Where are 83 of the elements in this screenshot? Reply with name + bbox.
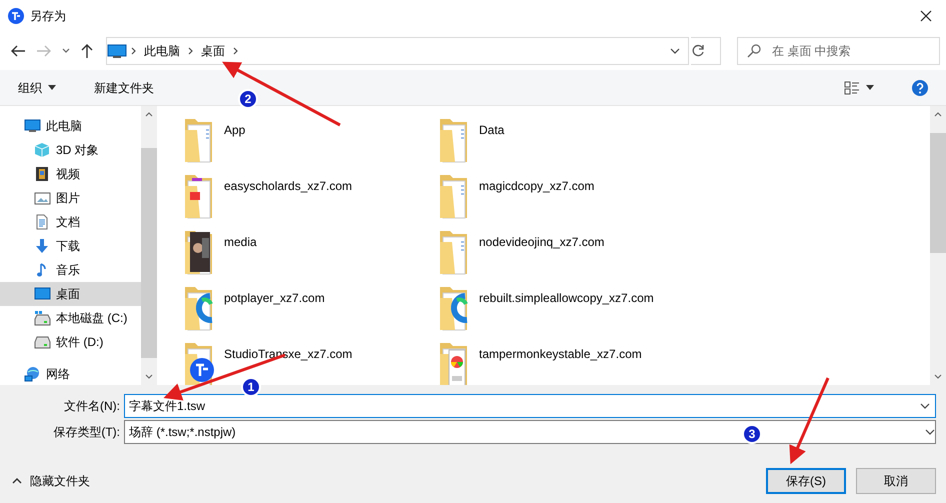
monitor-icon	[34, 286, 51, 302]
window-title: 另存为	[30, 8, 66, 25]
app-logo-icon	[8, 8, 24, 24]
caret-icon	[670, 48, 680, 54]
scroll-up-icon	[934, 112, 942, 117]
save-button[interactable]: 保存(S)	[766, 468, 846, 494]
field-label: 保存类型(T):	[52, 424, 121, 441]
scroll-down-icon	[145, 374, 153, 379]
file-name[interactable]: Data	[479, 122, 679, 139]
package-folder-icon	[439, 340, 469, 385]
down-arrow-icon	[34, 238, 51, 254]
sidebar-item[interactable]: 音乐	[0, 258, 141, 282]
drive-icon	[34, 334, 51, 350]
photo-folder-icon	[184, 228, 214, 276]
app-folder-icon	[184, 340, 214, 385]
organize-menu[interactable]: 组织	[12, 76, 62, 98]
folder-icon	[439, 172, 469, 220]
sidebar-item[interactable]: 视频	[0, 162, 141, 186]
view-list-icon	[844, 80, 860, 94]
swirl-folder-icon	[439, 284, 469, 332]
pdf-folder-icon	[184, 172, 214, 220]
step-number: 3	[742, 424, 762, 444]
back-arrow-icon	[10, 44, 26, 58]
breadcrumb-item[interactable]: 此电脑	[140, 42, 184, 60]
sidebar-item[interactable]: 下载	[0, 234, 141, 258]
cube-icon	[34, 142, 51, 158]
sidebar-item[interactable]: 3D 对象	[0, 138, 141, 162]
file-name[interactable]: rebuilt.simpleallowcopy_xz7.com	[479, 290, 679, 307]
file-name[interactable]: magicdcopy_xz7.com	[479, 178, 679, 195]
caret-up-icon	[12, 478, 22, 484]
scrollbar[interactable]	[141, 106, 157, 385]
step-number: 1	[241, 377, 261, 397]
up-arrow-icon	[80, 43, 94, 59]
file-name[interactable]: media	[224, 234, 424, 251]
folder-icon	[439, 228, 469, 276]
chevron-icon	[233, 47, 238, 55]
file-name[interactable]: potplayer_xz7.com	[224, 290, 424, 307]
chevron-icon	[131, 47, 136, 55]
new-folder-button[interactable]: 新建文件夹	[88, 76, 160, 98]
sidebar-item[interactable]: 此电脑	[0, 114, 141, 138]
computer-icon	[107, 44, 127, 58]
sidebar-item[interactable]: 本地磁盘 (C:)	[0, 306, 141, 330]
refresh-button[interactable]	[691, 37, 721, 65]
sidebar-item[interactable]: 网络	[0, 362, 141, 386]
globe-icon	[24, 366, 41, 382]
file-name[interactable]: StudioTransxe_xz7.com	[224, 346, 424, 363]
sidebar-item[interactable]: 桌面	[0, 282, 141, 306]
search-icon	[747, 44, 761, 58]
drive-icon	[34, 310, 51, 326]
computer-icon	[24, 118, 41, 134]
picture-frame-icon	[34, 190, 51, 206]
breadcrumb-item[interactable]: 桌面	[197, 42, 229, 60]
file-name[interactable]: easyscholards_xz7.com	[224, 178, 424, 195]
file-name[interactable]: tampermonkeystable_xz7.com	[479, 346, 679, 363]
address-bar[interactable]: 此电脑 桌面	[106, 37, 689, 65]
hide-folders-toggle[interactable]: 隐藏文件夹	[12, 472, 90, 490]
caret-icon	[866, 85, 874, 90]
sidebar-item[interactable]: 图片	[0, 186, 141, 210]
folder-icon	[439, 116, 469, 164]
refresh-icon	[691, 44, 705, 58]
caret-icon	[62, 48, 70, 54]
file-name-field[interactable]: 字幕文件1.tsw	[124, 394, 936, 418]
file-name[interactable]: App	[224, 122, 424, 139]
sidebar-item[interactable]: 软件 (D:)	[0, 330, 141, 354]
caret-icon	[48, 85, 56, 90]
chevron-icon	[188, 47, 193, 55]
field-label: 文件名(N):	[63, 398, 121, 415]
close-icon	[920, 10, 932, 22]
caret-icon	[920, 403, 930, 409]
step-number: 2	[238, 89, 258, 109]
swirl-folder-icon	[184, 284, 214, 332]
sidebar-item[interactable]: 文档	[0, 210, 141, 234]
scrollbar[interactable]	[930, 106, 946, 385]
forward-arrow-icon	[36, 44, 52, 58]
scroll-up-icon	[145, 112, 153, 117]
file-name[interactable]: nodevideojinq_xz7.com	[479, 234, 679, 251]
caret-icon	[925, 429, 935, 435]
cancel-button[interactable]: 取消	[856, 468, 936, 494]
folder-icon	[184, 116, 214, 164]
search-field[interactable]: 在 桌面 中搜索	[737, 37, 940, 65]
help-icon	[912, 80, 928, 96]
film-icon	[34, 166, 51, 182]
scroll-down-icon	[934, 374, 942, 379]
